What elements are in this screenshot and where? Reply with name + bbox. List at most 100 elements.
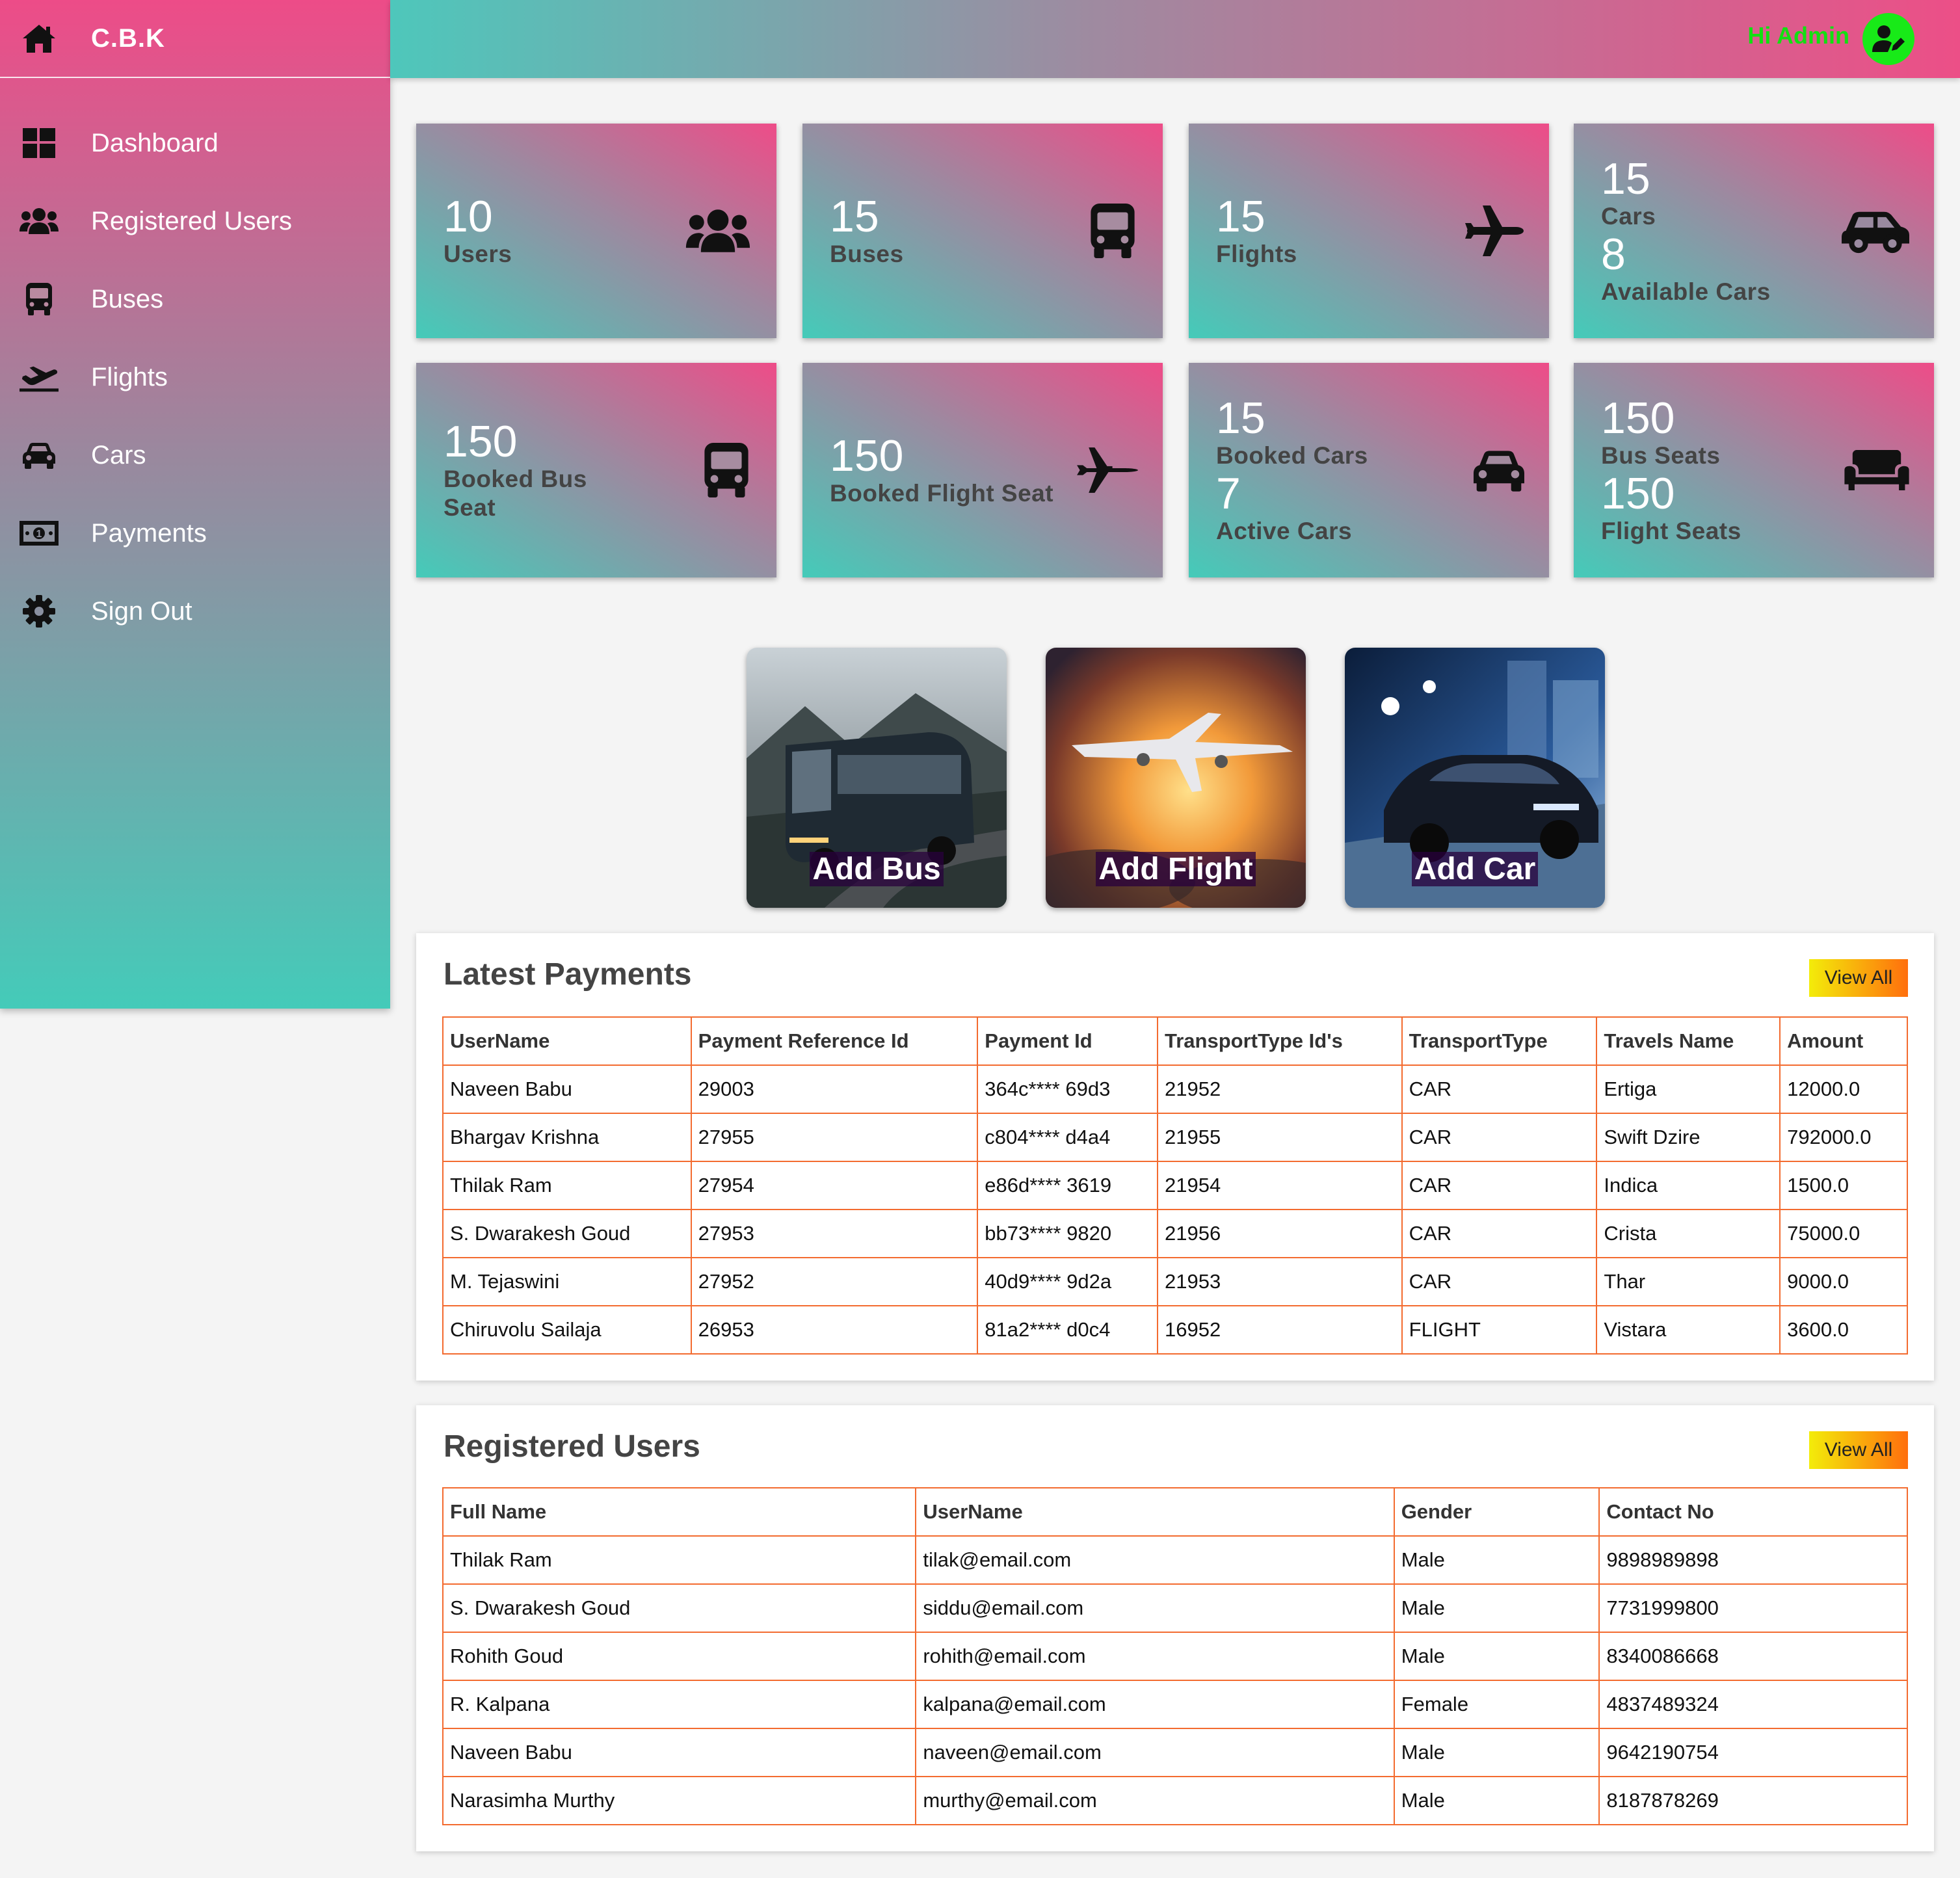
table-cell: S. Dwarakesh Goud [442, 1583, 917, 1633]
add-flight-tile[interactable]: Add Flight [1046, 648, 1306, 908]
sidebar: C.B.K Dashboard Registered Users Buses F… [0, 0, 390, 1009]
stat-label: Cars [1601, 203, 1656, 230]
gear-icon [20, 592, 59, 631]
table-cell: Naveen Babu [442, 1065, 692, 1114]
stat-card-users[interactable]: 10 Users [416, 124, 776, 338]
stat-card-booked-flight-seat[interactable]: 150 Booked Flight Seat [802, 363, 1163, 577]
table-cell: Male [1393, 1535, 1600, 1585]
table-cell: 21953 [1157, 1257, 1403, 1306]
sidebar-item-label: Cars [91, 440, 146, 469]
table-cell: Ertiga [1596, 1065, 1781, 1114]
payments-header-row: UserName Payment Reference Id Payment Id… [442, 1016, 1908, 1066]
table-cell: 29003 [690, 1065, 979, 1114]
latest-payments-panel: Latest Payments View All UserName Paymen… [416, 933, 1934, 1381]
add-bus-tile[interactable]: Add Bus [747, 648, 1007, 908]
stat-label-secondary: Available Cars [1601, 278, 1771, 305]
users-table: Full Name UserName Gender Contact No Thi… [442, 1487, 1908, 1825]
table-cell: rohith@email.com [915, 1632, 1395, 1681]
stat-value: 150 [444, 417, 518, 466]
bus-icon [20, 280, 59, 319]
table-cell: Female [1393, 1680, 1600, 1729]
sidebar-item-flights[interactable]: Flights [0, 338, 390, 416]
sidebar-item-registered-users[interactable]: Registered Users [0, 182, 390, 260]
payments-view-all-button[interactable]: View All [1809, 959, 1908, 997]
column-header: Full Name [442, 1487, 917, 1537]
plane-icon [1464, 124, 1524, 338]
table-cell: 8187878269 [1598, 1776, 1908, 1825]
column-header: Contact No [1598, 1487, 1908, 1537]
table-cell: e86d**** 3619 [977, 1161, 1159, 1210]
table-row: S. Dwarakesh Goud siddu@email.com Male 7… [442, 1583, 1908, 1633]
table-row: Naveen Babu 29003 364c**** 69d3 21952 CA… [442, 1065, 1908, 1114]
table-row: M. Tejaswini 27952 40d9**** 9d2a 21953 C… [442, 1257, 1908, 1306]
table-cell: 27953 [690, 1209, 979, 1258]
stat-card-flights[interactable]: 15 Flights [1189, 124, 1549, 338]
table-row: Naveen Babu naveen@email.com Male 964219… [442, 1728, 1908, 1777]
table-cell: 9000.0 [1779, 1257, 1908, 1306]
table-cell: Male [1393, 1728, 1600, 1777]
stat-value: 15 [1601, 154, 1650, 204]
sidebar-item-dashboard[interactable]: Dashboard [0, 104, 390, 182]
column-header: TransportType [1401, 1016, 1598, 1066]
table-row: Bhargav Krishna 27955 c804**** d4a4 2195… [442, 1113, 1908, 1162]
table-cell: R. Kalpana [442, 1680, 917, 1729]
stat-card-seats[interactable]: 150 Bus Seats 150 Flight Seats [1574, 363, 1934, 577]
table-cell: 21956 [1157, 1209, 1403, 1258]
stat-value: 10 [444, 192, 493, 241]
table-cell: Chiruvolu Sailaja [442, 1305, 692, 1355]
car-icon [1474, 363, 1524, 577]
users-view-all-button[interactable]: View All [1809, 1431, 1908, 1469]
table-row: R. Kalpana kalpana@email.com Female 4837… [442, 1680, 1908, 1729]
table-cell: 1500.0 [1779, 1161, 1908, 1210]
couch-icon [1844, 363, 1909, 577]
fighter-jet-icon [1073, 363, 1138, 577]
stat-value-secondary: 8 [1601, 230, 1626, 279]
table-cell: S. Dwarakesh Goud [442, 1209, 692, 1258]
stat-card-buses[interactable]: 15 Buses [802, 124, 1163, 338]
table-cell: 12000.0 [1779, 1065, 1908, 1114]
table-row: Chiruvolu Sailaja 26953 81a2**** d0c4 16… [442, 1305, 1908, 1355]
brand[interactable]: C.B.K [0, 0, 390, 78]
table-row: Thilak Ram 27954 e86d**** 3619 21954 CAR… [442, 1161, 1908, 1210]
user-edit-icon[interactable] [1862, 13, 1914, 65]
sidebar-item-cars[interactable]: Cars [0, 416, 390, 494]
sidebar-item-buses[interactable]: Buses [0, 260, 390, 338]
table-row: S. Dwarakesh Goud 27953 bb73**** 9820 21… [442, 1209, 1908, 1258]
top-bar: Hi Admin [390, 0, 1960, 78]
column-header: UserName [915, 1487, 1395, 1537]
sidebar-item-label: Sign Out [91, 596, 192, 626]
flight-takeoff-icon [20, 358, 59, 397]
column-header: Gender [1393, 1487, 1600, 1537]
stat-label: Bus Seats [1601, 442, 1721, 469]
table-cell: 26953 [690, 1305, 979, 1355]
sidebar-item-sign-out[interactable]: Sign Out [0, 572, 390, 650]
stat-label: Flights [1216, 241, 1297, 267]
sidebar-nav: Dashboard Registered Users Buses Flights… [0, 104, 390, 650]
stat-card-cars[interactable]: 15 Cars 8 Available Cars [1574, 124, 1934, 338]
table-cell: FLIGHT [1401, 1305, 1598, 1355]
table-cell: M. Tejaswini [442, 1257, 692, 1306]
bus-icon [701, 363, 752, 577]
svg-text:1: 1 [36, 529, 42, 540]
table-cell: 21955 [1157, 1113, 1403, 1162]
registered-users-title: Registered Users [444, 1429, 700, 1464]
table-cell: siddu@email.com [915, 1583, 1395, 1633]
sidebar-item-label: Dashboard [91, 128, 219, 157]
stat-card-booked-bus-seat[interactable]: 150 Booked Bus Seat [416, 363, 776, 577]
dashboard-icon [20, 124, 59, 163]
sidebar-item-payments[interactable]: 1 Payments [0, 494, 390, 572]
bus-icon [1087, 124, 1138, 338]
stat-card-booked-cars[interactable]: 15 Booked Cars 7 Active Cars [1189, 363, 1549, 577]
table-cell: 8340086668 [1598, 1632, 1908, 1681]
table-cell: 75000.0 [1779, 1209, 1908, 1258]
admin-greeting: Hi Admin [1747, 22, 1849, 49]
stat-label: Booked Cars [1216, 442, 1368, 469]
column-header: Travels Name [1596, 1016, 1781, 1066]
table-cell: 9642190754 [1598, 1728, 1908, 1777]
stat-value-secondary: 7 [1216, 469, 1241, 518]
add-car-tile[interactable]: Add Car [1345, 648, 1605, 908]
column-header: TransportType Id's [1157, 1016, 1403, 1066]
column-header: UserName [442, 1016, 692, 1066]
stat-value: 150 [1601, 393, 1675, 443]
table-cell: naveen@email.com [915, 1728, 1395, 1777]
